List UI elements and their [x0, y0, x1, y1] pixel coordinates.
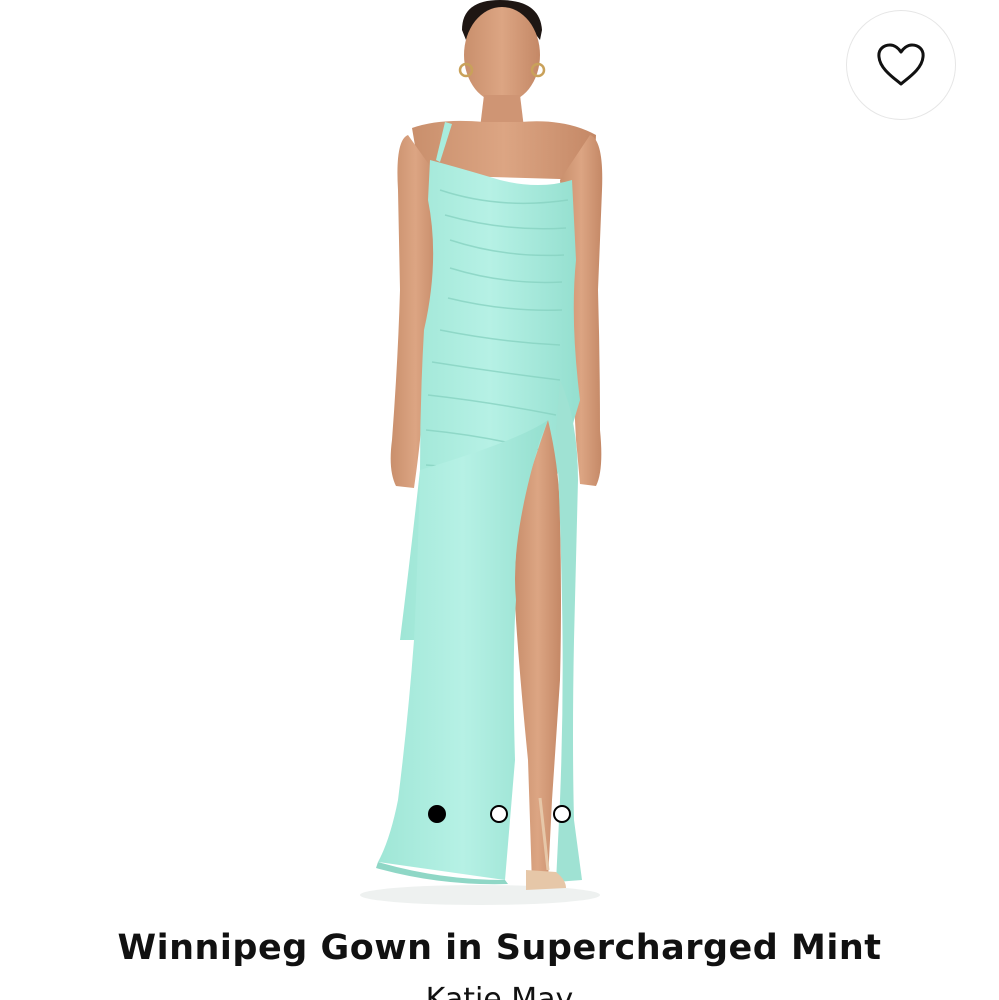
product-title: Winnipeg Gown in Supercharged Mint	[117, 928, 882, 968]
carousel-dot-3[interactable]	[553, 805, 571, 823]
favorite-button[interactable]	[846, 10, 956, 120]
heart-outline-icon	[877, 43, 925, 86]
product-image[interactable]	[0, 0, 999, 910]
carousel-indicators	[0, 805, 999, 827]
product-page: Winnipeg Gown in Supercharged Mint Katie…	[0, 0, 999, 1000]
carousel-dot-2[interactable]	[490, 805, 508, 823]
carousel-dot-1[interactable]	[428, 805, 446, 823]
gown-photo	[360, 0, 603, 905]
product-brand[interactable]: Katie May	[0, 982, 999, 1000]
